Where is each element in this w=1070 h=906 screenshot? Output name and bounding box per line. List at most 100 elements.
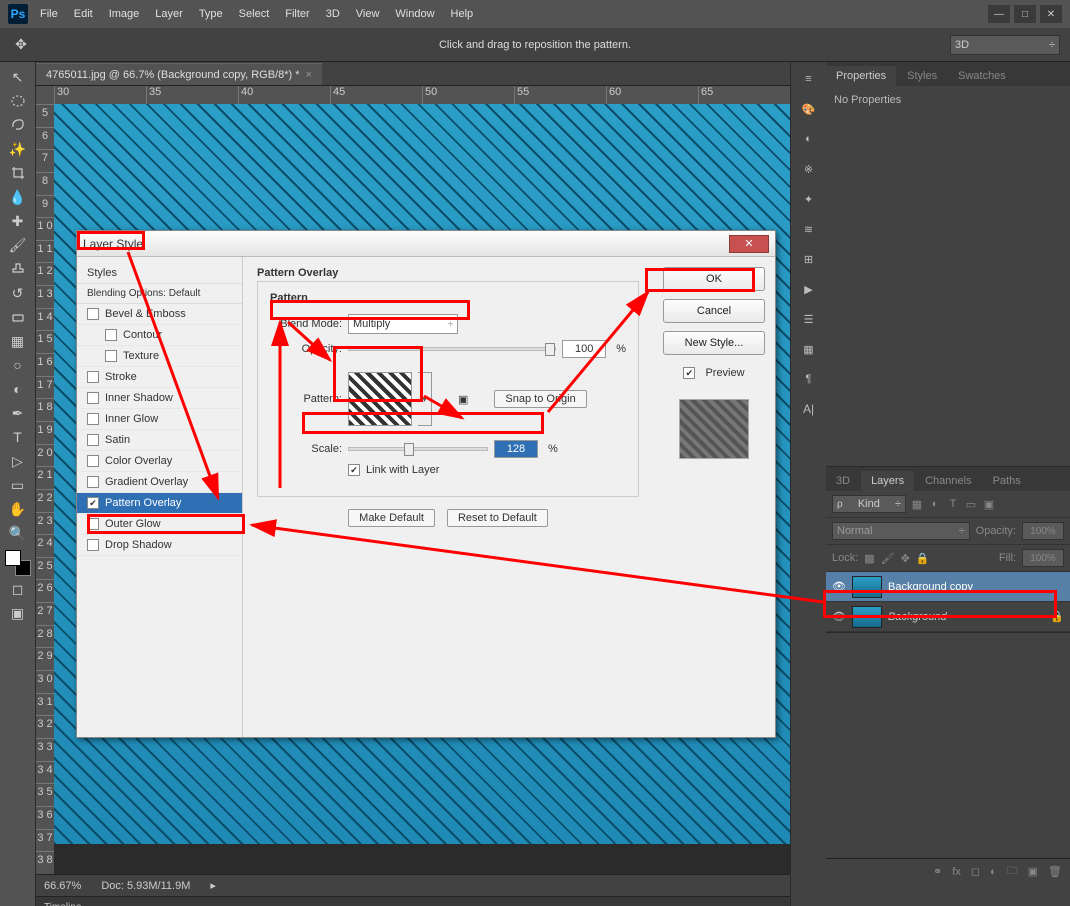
blending-options[interactable]: Blending Options: Default [77,284,242,304]
group-icon[interactable]: 🗀 [1007,862,1018,881]
ok-button[interactable]: OK [663,267,765,291]
dialog-close-button[interactable]: ✕ [729,235,769,253]
healing-tool[interactable]: ✚ [5,210,31,232]
layer-item-background[interactable]: 👁 Background 🔒 [826,602,1070,632]
snap-origin-button[interactable]: Snap to Origin [494,390,586,408]
delete-icon[interactable]: 🗑 [1048,865,1062,878]
style-outer-glow[interactable]: Outer Glow [77,514,242,535]
hand-tool[interactable]: ✋ [5,498,31,520]
filter-adjust-icon[interactable]: ◐ [928,497,942,511]
opacity-slider[interactable] [348,347,556,351]
style-stroke[interactable]: Stroke [77,367,242,388]
filter-shape-icon[interactable]: ▭ [964,497,978,511]
wand-tool[interactable]: ✨ [5,138,31,160]
move-tool-icon[interactable]: ✥ [8,34,34,56]
filter-smart-icon[interactable]: ▣ [982,497,996,511]
opacity-field[interactable]: 100% [1022,522,1064,540]
preview-checkbox[interactable] [683,367,695,379]
layer-filter-kind[interactable]: ρ Kind ÷ [832,495,906,513]
history-icon[interactable]: ≡ [798,68,820,90]
color-icon[interactable]: 🎨 [798,98,820,120]
timeline-panel[interactable]: Timeline [36,896,790,906]
dodge-tool[interactable]: ◐ [5,378,31,400]
visibility-icon[interactable]: 👁 [832,610,846,624]
layer-item-background-copy[interactable]: 👁 Background copy [826,572,1070,602]
fx-icon[interactable]: fx [952,866,961,878]
style-inner-glow[interactable]: Inner Glow [77,409,242,430]
mode-select[interactable]: 3D÷ [950,35,1060,55]
tab-paths[interactable]: Paths [983,471,1031,491]
fill-field[interactable]: 100% [1022,549,1064,567]
scale-field[interactable]: 128 [494,440,538,458]
menu-3d[interactable]: 3D [326,8,340,20]
make-default-button[interactable]: Make Default [348,509,435,527]
style-texture[interactable]: Texture [77,346,242,367]
menu-view[interactable]: View [356,8,380,20]
quickmask-icon[interactable]: ◻ [5,578,31,600]
menu-type[interactable]: Type [199,8,223,20]
pattern-swatch[interactable] [348,372,412,426]
zoom-display[interactable]: 66.67% [44,880,81,892]
new-style-button[interactable]: New Style... [663,331,765,355]
move-tool[interactable]: ↖ [5,66,31,88]
reset-default-button[interactable]: Reset to Default [447,509,548,527]
close-tab-icon[interactable]: × [306,69,312,81]
shape-tool[interactable]: ▭ [5,474,31,496]
adjust-icon[interactable]: ◐ [798,128,820,150]
style-pattern-overlay[interactable]: Pattern Overlay [77,493,242,514]
close-button[interactable]: ✕ [1040,5,1062,23]
mask-icon[interactable]: ◻ [971,865,980,878]
blend-mode-select[interactable]: Multiply÷ [348,314,458,334]
filter-pixel-icon[interactable]: ▦ [910,497,924,511]
new-preset-icon[interactable]: ▣ [458,393,468,406]
style-gradient-overlay[interactable]: Gradient Overlay [77,472,242,493]
path-tool[interactable]: ▷ [5,450,31,472]
lasso-tool[interactable] [5,114,31,136]
menu-layer[interactable]: Layer [155,8,183,20]
brush-icon[interactable]: ≋ [798,218,820,240]
navigator-icon[interactable]: ▦ [798,338,820,360]
link-checkbox[interactable] [348,464,360,476]
tab-properties[interactable]: Properties [826,66,896,86]
menu-help[interactable]: Help [451,8,474,20]
menu-image[interactable]: Image [109,8,140,20]
style-bevel[interactable]: Bevel & Emboss [77,304,242,325]
style-inner-shadow[interactable]: Inner Shadow [77,388,242,409]
adjustment-icon[interactable]: ◐ [990,866,997,878]
info-icon[interactable]: ☰ [798,308,820,330]
eraser-tool[interactable] [5,306,31,328]
brushpreset-icon[interactable]: ✦ [798,188,820,210]
blend-mode-select[interactable]: Normal÷ [832,522,970,540]
crop-tool[interactable] [5,162,31,184]
lock-all-icon[interactable]: 🔒 [916,552,930,565]
lock-position-icon[interactable]: ✥ [901,552,910,565]
clone-icon[interactable]: ⊞ [798,248,820,270]
menu-edit[interactable]: Edit [74,8,93,20]
menu-file[interactable]: File [40,8,58,20]
styles-icon[interactable]: ※ [798,158,820,180]
filter-type-icon[interactable]: T [946,497,960,511]
pattern-dropdown[interactable]: ▾ [418,372,432,426]
scale-slider[interactable] [348,447,488,451]
new-layer-icon[interactable]: ▣ [1028,865,1038,878]
tab-channels[interactable]: Channels [915,471,981,491]
history-brush-tool[interactable]: ↺ [5,282,31,304]
character-icon[interactable]: A| [798,398,820,420]
color-swatches[interactable] [5,550,31,576]
zoom-tool[interactable]: 🔍 [5,522,31,544]
gradient-tool[interactable]: ▦ [5,330,31,352]
opacity-field[interactable]: 100 [562,340,606,358]
link-layers-icon[interactable]: ⚭ [933,865,942,878]
tab-styles[interactable]: Styles [897,66,947,86]
stamp-tool[interactable] [5,258,31,280]
blur-tool[interactable]: ○ [5,354,31,376]
tab-3d[interactable]: 3D [826,471,860,491]
tab-swatches[interactable]: Swatches [948,66,1016,86]
document-tab[interactable]: 4765011.jpg @ 66.7% (Background copy, RG… [36,63,322,85]
style-satin[interactable]: Satin [77,430,242,451]
lock-pixels-icon[interactable]: 🖌 [881,552,895,565]
cancel-button[interactable]: Cancel [663,299,765,323]
maximize-button[interactable]: □ [1014,5,1036,23]
styles-header[interactable]: Styles [77,263,242,284]
visibility-icon[interactable]: 👁 [832,580,846,594]
